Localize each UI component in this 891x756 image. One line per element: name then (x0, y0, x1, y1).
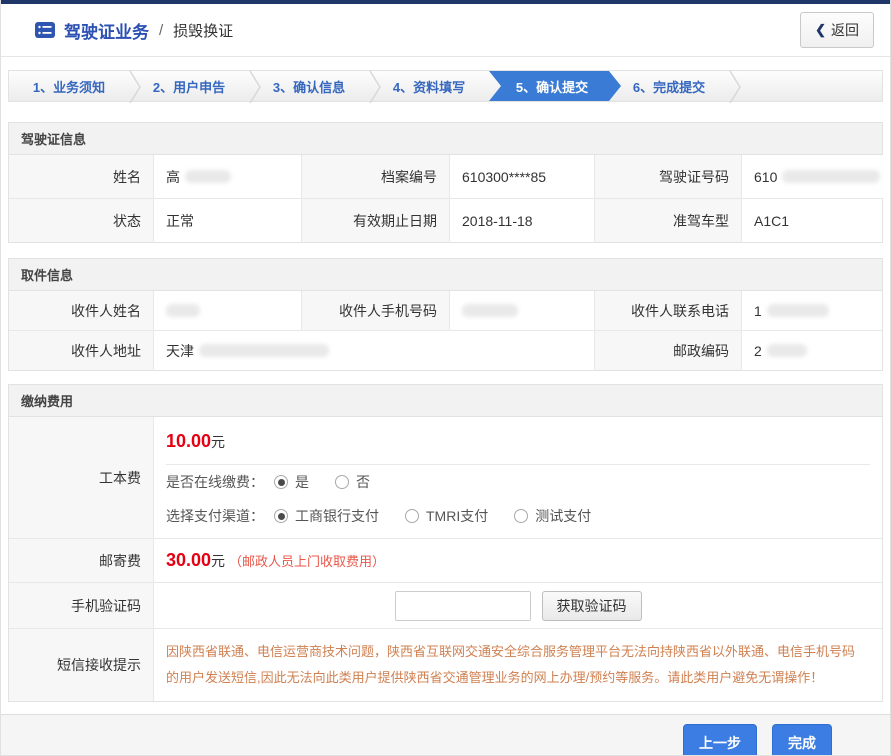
license-number-label: 驾驶证号码 (595, 155, 742, 198)
status-value: 正常 (154, 199, 302, 242)
radio-channel-icbc[interactable]: 工商银行支付 (274, 506, 379, 526)
previous-step-button[interactable]: 上一步 (683, 724, 757, 756)
captcha-controls: 获取验证码 (154, 583, 882, 628)
recipient-address-label: 收件人地址 (9, 331, 154, 370)
captcha-label: 手机验证码 (9, 583, 154, 628)
radio-selected-icon[interactable] (274, 475, 288, 489)
breadcrumb: 驾驶证业务 / 损毁换证 (34, 18, 800, 43)
postage-fee-amount: 30.00元（邮政人员上门收取费用） (166, 550, 870, 571)
pickup-info-table: 取件信息 收件人姓名 收件人手机号码 收件人联系电话 1 收件人地址 天津 邮政… (8, 258, 883, 371)
payment-channel-option-line: 选择支付渠道： 工商银行支付 TMRI支付 测试支付 (166, 499, 870, 538)
postage-fee-value: 30.00元（邮政人员上门收取费用） (154, 539, 882, 582)
step-1-business-notice[interactable]: 1、业务须知 (9, 71, 129, 101)
fees-section-title: 缴纳费用 (9, 385, 882, 417)
online-payment-option-line: 是否在线缴费： 是 否 (166, 465, 870, 499)
payment-channel-label: 选择支付渠道： (166, 506, 264, 526)
redacted-blur (782, 170, 880, 183)
redacted-blur (462, 304, 518, 317)
page-title: 损毁换证 (173, 20, 233, 41)
postage-fee-row: 邮寄费 30.00元（邮政人员上门收取费用） (9, 538, 882, 582)
header: 驾驶证业务 / 损毁换证 ❮ 返回 (1, 4, 890, 57)
vehicle-class-label: 准驾车型 (595, 199, 742, 242)
page: 驾驶证业务 / 损毁换证 ❮ 返回 1、业务须知 2、用户申告 3、确认信息 4… (0, 0, 891, 756)
production-fee-label: 工本费 (9, 417, 154, 538)
postal-code-label: 邮政编码 (595, 331, 742, 370)
sms-notice-label: 短信接收提示 (9, 629, 154, 701)
step-2-user-declaration[interactable]: 2、用户申告 (129, 71, 249, 101)
expiry-date-label: 有效期止日期 (302, 199, 450, 242)
sms-notice-value: 因陕西省联通、电信运营商技术问题，陕西省互联网交通安全综合服务管理平台无法向持陕… (154, 629, 882, 701)
postal-code-value: 2 (742, 331, 882, 370)
back-button-label: 返回 (831, 20, 859, 40)
redacted-blur (166, 304, 200, 317)
radio-channel-tmri[interactable]: TMRI支付 (405, 506, 488, 526)
step-6-complete-submit[interactable]: 6、完成提交 (609, 71, 729, 101)
step-separator-icon (729, 71, 741, 103)
captcha-input[interactable] (395, 591, 531, 621)
redacted-blur (185, 170, 231, 183)
footer-action-bar: 上一步 完成 (1, 714, 890, 756)
postage-fee-label: 邮寄费 (9, 539, 154, 582)
file-number-label: 档案编号 (302, 155, 450, 198)
radio-selected-icon[interactable] (274, 509, 288, 523)
license-list-icon (34, 21, 56, 39)
recipient-phone-label: 收件人联系电话 (595, 291, 742, 330)
recipient-address-value: 天津 (154, 331, 595, 370)
redacted-blur (767, 344, 807, 357)
step-4-fill-materials[interactable]: 4、资料填写 (369, 71, 489, 101)
production-fee-amount: 10.00元 (166, 417, 870, 464)
file-number-value: 610300****85 (450, 155, 595, 198)
table-row: 状态 正常 有效期止日期 2018-11-18 准驾车型 A1C1 (9, 198, 882, 242)
finish-button[interactable]: 完成 (772, 724, 832, 756)
step-progress-bar: 1、业务须知 2、用户申告 3、确认信息 4、资料填写 5、确认提交 6、完成提… (8, 70, 883, 102)
name-value: 高 (154, 155, 302, 198)
production-fee-row: 工本费 10.00元 是否在线缴费： 是 否 (9, 417, 882, 538)
radio-online-yes[interactable]: 是 (274, 472, 309, 492)
breadcrumb-separator: / (159, 22, 163, 39)
fees-table: 缴纳费用 工本费 10.00元 是否在线缴费： 是 否 (8, 384, 883, 702)
postage-fee-note: （邮政人员上门收取费用） (229, 554, 385, 569)
sms-notice-text: 因陕西省联通、电信运营商技术问题，陕西省互联网交通安全综合服务管理平台无法向持陕… (166, 629, 870, 701)
back-button[interactable]: ❮ 返回 (800, 12, 874, 48)
table-row: 姓名 高 档案编号 610300****85 驾驶证号码 610 (9, 155, 882, 198)
sms-notice-row: 短信接收提示 因陕西省联通、电信运营商技术问题，陕西省互联网交通安全综合服务管理… (9, 628, 882, 701)
online-payment-label: 是否在线缴费： (166, 472, 264, 492)
status-label: 状态 (9, 199, 154, 242)
radio-unselected-icon[interactable] (405, 509, 419, 523)
table-row: 收件人姓名 收件人手机号码 收件人联系电话 1 (9, 291, 882, 330)
step-5-confirm-submit[interactable]: 5、确认提交 (489, 71, 621, 101)
name-label: 姓名 (9, 155, 154, 198)
table-row: 收件人地址 天津 邮政编码 2 (9, 330, 882, 370)
step-3-confirm-info[interactable]: 3、确认信息 (249, 71, 369, 101)
captcha-row: 手机验证码 获取验证码 (9, 582, 882, 628)
expiry-date-value: 2018-11-18 (450, 199, 595, 242)
recipient-mobile-value (450, 291, 595, 330)
vehicle-class-value: A1C1 (742, 199, 882, 242)
recipient-mobile-label: 收件人手机号码 (302, 291, 450, 330)
recipient-phone-value: 1 (742, 291, 882, 330)
license-info-table: 驾驶证信息 姓名 高 档案编号 610300****85 驾驶证号码 610 状… (8, 122, 883, 243)
production-fee-value: 10.00元 是否在线缴费： 是 否 选择支付渠道： (154, 417, 882, 538)
radio-unselected-icon[interactable] (514, 509, 528, 523)
pickup-info-section-title: 取件信息 (9, 259, 882, 291)
redacted-blur (767, 304, 829, 317)
recipient-name-value (154, 291, 302, 330)
radio-unselected-icon[interactable] (335, 475, 349, 489)
license-info-section-title: 驾驶证信息 (9, 123, 882, 155)
get-captcha-button[interactable]: 获取验证码 (542, 591, 642, 621)
recipient-name-label: 收件人姓名 (9, 291, 154, 330)
redacted-blur (199, 344, 329, 357)
license-number-value: 610 (742, 155, 891, 198)
radio-online-no[interactable]: 否 (335, 472, 370, 492)
back-chevron-icon: ❮ (815, 22, 826, 38)
app-title: 驾驶证业务 (64, 18, 149, 43)
radio-channel-test[interactable]: 测试支付 (514, 506, 591, 526)
